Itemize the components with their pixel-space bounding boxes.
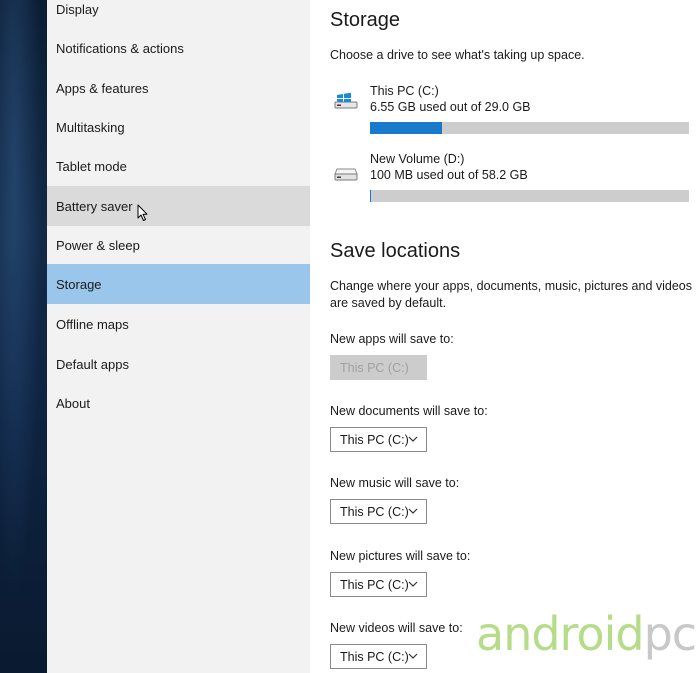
settings-nav: Display Notifications & actions Apps & f… <box>47 0 310 673</box>
nav-item-battery-saver[interactable]: Battery saver <box>47 186 310 226</box>
watermark-logo: androidpc <box>476 607 697 661</box>
storage-page: Storage Choose a drive to see what's tak… <box>310 0 700 673</box>
nav-item-label: Offline maps <box>56 316 129 332</box>
dropdown-value: This PC (C:) <box>340 649 409 664</box>
chevron-down-icon <box>408 581 418 587</box>
dropdown-value: This PC (C:) <box>340 577 409 592</box>
drive-usage: 100 MB used out of 58.2 GB <box>370 168 528 182</box>
page-title: Storage <box>330 9 401 31</box>
watermark-text-android: android <box>476 607 645 661</box>
nav-item-apps-features[interactable]: Apps & features <box>47 68 310 108</box>
nav-item-label: Display <box>56 1 99 17</box>
chevron-down-icon <box>408 436 418 442</box>
drive-usage-bar-fill <box>370 122 443 134</box>
nav-item-storage[interactable]: Storage <box>47 264 310 304</box>
drive-usage-bar <box>370 190 689 202</box>
chevron-down-icon <box>408 508 418 514</box>
nav-item-label: Power & sleep <box>56 237 140 253</box>
new-pictures-dropdown[interactable]: This PC (C:) <box>330 572 427 597</box>
nav-item-multitasking[interactable]: Multitasking <box>47 107 310 147</box>
nav-item-label: Notifications & actions <box>56 40 184 56</box>
nav-item-tablet-mode[interactable]: Tablet mode <box>47 146 310 186</box>
section-title: Save locations <box>330 240 461 262</box>
nav-item-about[interactable]: About <box>47 383 310 423</box>
new-videos-label: New videos will save to: <box>330 621 463 635</box>
drive-usage-bar <box>370 122 689 134</box>
mouse-cursor-icon <box>137 204 148 221</box>
dropdown-value: This PC (C:) <box>340 432 409 447</box>
nav-item-label: Multitasking <box>56 119 125 135</box>
nav-item-power-sleep[interactable]: Power & sleep <box>47 225 310 265</box>
new-pictures-label: New pictures will save to: <box>330 549 471 563</box>
new-videos-dropdown[interactable]: This PC (C:) <box>330 644 427 669</box>
drive-name: This PC (C:) <box>370 84 439 98</box>
chevron-down-icon <box>408 653 418 659</box>
drive-usage-bar-fill <box>370 190 371 202</box>
new-music-dropdown[interactable]: This PC (C:) <box>330 499 427 524</box>
drive-c[interactable]: This PC (C:) 6.55 GB used out of 29.0 GB <box>330 84 690 136</box>
nav-item-display[interactable]: Display <box>47 0 310 29</box>
nav-item-label: About <box>56 395 90 411</box>
storage-description: Choose a drive to see what's taking up s… <box>330 48 585 62</box>
windows-drive-icon <box>334 92 358 109</box>
new-documents-dropdown[interactable]: This PC (C:) <box>330 427 427 452</box>
desktop-background <box>0 0 47 673</box>
nav-item-offline-maps[interactable]: Offline maps <box>47 304 310 344</box>
nav-item-default-apps[interactable]: Default apps <box>47 344 310 384</box>
new-apps-label: New apps will save to: <box>330 332 454 346</box>
nav-item-label: Default apps <box>56 356 129 372</box>
save-locations-description-line1: Change where your apps, documents, music… <box>330 279 692 293</box>
new-apps-dropdown: This PC (C:) <box>330 355 427 380</box>
nav-item-label: Apps & features <box>56 80 149 96</box>
drive-d[interactable]: New Volume (D:) 100 MB used out of 58.2 … <box>330 152 690 204</box>
new-documents-label: New documents will save to: <box>330 404 488 418</box>
save-locations-description-line2: are saved by default. <box>330 296 447 310</box>
nav-item-notifications[interactable]: Notifications & actions <box>47 28 310 68</box>
nav-item-label: Storage <box>56 276 102 292</box>
drive-icon <box>334 168 358 181</box>
nav-item-label: Battery saver <box>56 198 133 214</box>
watermark-text-pc: pc <box>643 607 697 661</box>
drive-name: New Volume (D:) <box>370 152 465 166</box>
nav-item-label: Tablet mode <box>56 158 127 174</box>
dropdown-value: This PC (C:) <box>340 360 409 375</box>
dropdown-value: This PC (C:) <box>340 504 409 519</box>
drive-usage: 6.55 GB used out of 29.0 GB <box>370 100 531 114</box>
new-music-label: New music will save to: <box>330 476 460 490</box>
